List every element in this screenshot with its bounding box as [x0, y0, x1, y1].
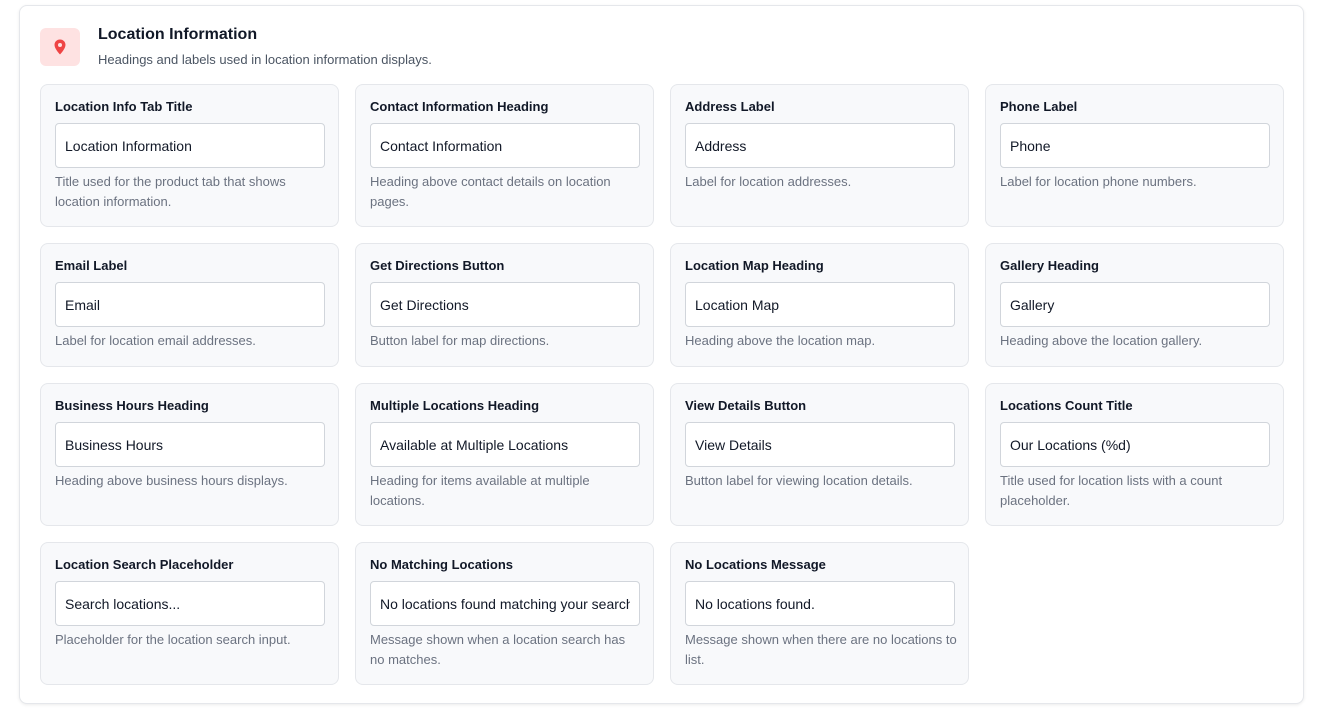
field-card-view-details-button: View Details Button Button label for vie…	[670, 383, 969, 526]
field-help-text: Title used for location lists with a cou…	[1000, 473, 1223, 508]
field-help-text: Button label for viewing location detail…	[685, 473, 913, 488]
field-label: Get Directions Button	[370, 258, 505, 273]
get-directions-button-input[interactable]	[370, 282, 640, 327]
address-label-input[interactable]	[685, 123, 955, 168]
field-label: No Locations Message	[685, 557, 826, 572]
field-help-text: Placeholder for the location search inpu…	[55, 632, 291, 647]
map-pin-icon	[40, 28, 80, 66]
field-label: Gallery Heading	[1000, 258, 1099, 273]
field-label: Email Label	[55, 258, 128, 273]
field-help-text: Heading for items available at multiple …	[370, 473, 590, 508]
field-help-text: Message shown when a location search has…	[370, 632, 626, 667]
field-card-business-hours-heading: Business Hours Heading Heading above bus…	[40, 383, 339, 526]
field-label: Location Info Tab Title	[55, 99, 193, 114]
contact-information-heading-input[interactable]	[370, 123, 640, 168]
field-help-text: Title used for the product tab that show…	[55, 174, 286, 209]
field-label: Location Map Heading	[685, 258, 824, 273]
field-help-text: Button label for map directions.	[370, 333, 550, 348]
field-card-address-label: Address Label Label for location address…	[670, 84, 969, 227]
field-card-no-locations-message: No Locations Message Message shown when …	[670, 542, 969, 685]
field-label: Location Search Placeholder	[55, 557, 234, 572]
field-card-get-directions-button: Get Directions Button Button label for m…	[355, 243, 654, 367]
field-card-locations-count-title: Locations Count Title Title used for loc…	[985, 383, 1284, 526]
field-card-multiple-locations-heading: Multiple Locations Heading Heading for i…	[355, 383, 654, 526]
field-help-text: Label for location addresses.	[685, 174, 852, 189]
section-title: Location Information	[98, 26, 258, 43]
field-help-text: Heading above the location gallery.	[1000, 333, 1203, 348]
field-card-contact-information-heading: Contact Information Heading Heading abov…	[355, 84, 654, 227]
field-card-location-map-heading: Location Map Heading Heading above the l…	[670, 243, 969, 367]
no-locations-message-input[interactable]	[685, 581, 955, 626]
no-matching-locations-input[interactable]	[370, 581, 640, 626]
field-label: Multiple Locations Heading	[370, 398, 540, 413]
field-card-location-search-placeholder: Location Search Placeholder Placeholder …	[40, 542, 339, 685]
field-card-no-matching-locations: No Matching Locations Message shown when…	[355, 542, 654, 685]
locations-count-title-input[interactable]	[1000, 422, 1270, 467]
field-card-phone-label: Phone Label Label for location phone num…	[985, 84, 1284, 227]
field-label: Locations Count Title	[1000, 398, 1133, 413]
location-map-heading-input[interactable]	[685, 282, 955, 327]
section-description: Headings and labels used in location inf…	[98, 52, 432, 67]
field-help-text: Label for location email addresses.	[55, 333, 256, 348]
field-card-email-label: Email Label Label for location email add…	[40, 243, 339, 367]
field-label: View Details Button	[685, 398, 807, 413]
field-help-text: Heading above the location map.	[685, 333, 876, 348]
field-card-location-info-tab-title: Location Info Tab Title Title used for t…	[40, 84, 339, 227]
field-label: Address Label	[685, 99, 775, 114]
business-hours-heading-input[interactable]	[55, 422, 325, 467]
multiple-locations-heading-input[interactable]	[370, 422, 640, 467]
field-label: No Matching Locations	[370, 557, 513, 572]
email-label-input[interactable]	[55, 282, 325, 327]
field-help-text: Message shown when there are no location…	[685, 632, 957, 667]
location-information-panel: Location Information Headings and labels…	[19, 5, 1304, 704]
field-help-text: Heading above business hours displays.	[55, 473, 288, 488]
field-card-gallery-heading: Gallery Heading Heading above the locati…	[985, 243, 1284, 367]
location-info-tab-title-input[interactable]	[55, 123, 325, 168]
field-label: Business Hours Heading	[55, 398, 209, 413]
field-help-text: Heading above contact details on locatio…	[370, 174, 611, 209]
view-details-button-input[interactable]	[685, 422, 955, 467]
field-label: Contact Information Heading	[370, 99, 549, 114]
field-help-text: Label for location phone numbers.	[1000, 174, 1197, 189]
field-label: Phone Label	[1000, 99, 1078, 114]
gallery-heading-input[interactable]	[1000, 282, 1270, 327]
phone-label-input[interactable]	[1000, 123, 1270, 168]
location-search-placeholder-input[interactable]	[55, 581, 325, 626]
